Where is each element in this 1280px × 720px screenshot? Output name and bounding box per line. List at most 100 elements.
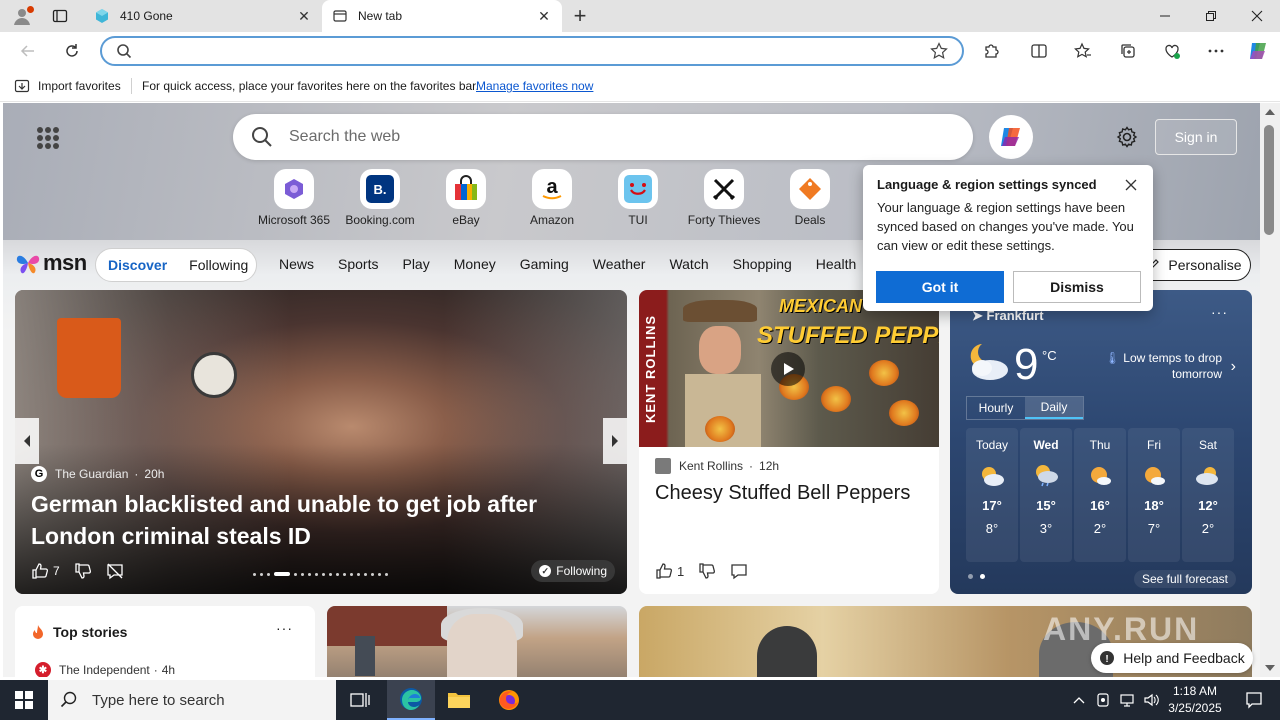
- restore-button[interactable]: [1188, 0, 1234, 32]
- weather-alert[interactable]: 🌡 Low temps to drop tomorrow: [1100, 350, 1222, 382]
- nav-gaming[interactable]: Gaming: [520, 256, 569, 272]
- got-it-button[interactable]: Got it: [876, 271, 1004, 303]
- close-popup-button[interactable]: [1123, 177, 1139, 193]
- comment-button[interactable]: [106, 562, 124, 580]
- following-button[interactable]: ✓ Following: [531, 560, 615, 582]
- like-button[interactable]: 1: [655, 562, 684, 580]
- refresh-button[interactable]: [58, 37, 86, 65]
- split-screen-button[interactable]: [1025, 37, 1053, 65]
- recipe-story-card[interactable]: KENT ROLLINS MEXICAN STUFFED PEPPERS Ken…: [639, 290, 939, 594]
- temperature-unit[interactable]: °C: [1042, 348, 1057, 363]
- hero-story-card[interactable]: G The Guardian · 20h German blacklisted …: [15, 290, 627, 594]
- see-full-forecast-link[interactable]: See full forecast: [1133, 570, 1236, 588]
- like-button[interactable]: 7: [31, 562, 60, 580]
- quick-link-deals[interactable]: Deals: [767, 169, 853, 227]
- collections-button[interactable]: [1114, 37, 1142, 65]
- back-button[interactable]: [14, 37, 42, 65]
- web-search-box[interactable]: [233, 114, 973, 160]
- address-input[interactable]: [142, 42, 922, 60]
- favorite-star-icon[interactable]: [930, 42, 948, 60]
- address-bar[interactable]: [100, 36, 964, 66]
- dislike-button[interactable]: [74, 562, 92, 580]
- forecast-day[interactable]: Sat 12° 2°: [1182, 428, 1234, 562]
- play-video-button[interactable]: [771, 352, 805, 386]
- web-search-input[interactable]: [289, 126, 929, 148]
- tab-new-tab[interactable]: New tab ✕: [322, 0, 562, 32]
- weather-card[interactable]: ➤ Frankfurt ··· 9 °C 🌡 Low temps to drop…: [950, 290, 1252, 594]
- favorites-button[interactable]: [1069, 37, 1097, 65]
- network-button[interactable]: [1116, 680, 1138, 720]
- taskbar-app-file-explorer[interactable]: [435, 680, 483, 720]
- forecast-day[interactable]: Wed 15° 3°: [1020, 428, 1072, 562]
- nav-watch[interactable]: Watch: [669, 256, 708, 272]
- tab-following[interactable]: Following: [189, 257, 248, 273]
- quick-link-ebay[interactable]: eBay: [423, 169, 509, 227]
- more-button[interactable]: [1202, 37, 1230, 65]
- tab-daily[interactable]: Daily: [1025, 397, 1083, 419]
- copilot-button[interactable]: [1244, 37, 1272, 65]
- volume-button[interactable]: [1140, 680, 1162, 720]
- quick-link-amazon[interactable]: a Amazon: [509, 169, 595, 227]
- forecast-day[interactable]: Today 17° 8°: [966, 428, 1018, 562]
- more-options-icon[interactable]: ···: [1211, 304, 1228, 320]
- browser-essentials-button[interactable]: [1158, 37, 1186, 65]
- close-tab-icon[interactable]: ✕: [296, 8, 312, 24]
- close-window-button[interactable]: [1234, 0, 1280, 32]
- show-hidden-icons-button[interactable]: [1068, 680, 1090, 720]
- previous-story-button[interactable]: [15, 418, 39, 464]
- top-stories-card[interactable]: Top stories ··· ✱ The Independent · 4h: [15, 606, 315, 677]
- weather-pager[interactable]: [968, 574, 992, 579]
- story-headline[interactable]: Cheesy Stuffed Bell Peppers: [655, 482, 910, 505]
- close-tab-icon[interactable]: ✕: [536, 8, 552, 24]
- msn-logo[interactable]: msn: [15, 250, 87, 276]
- nav-health[interactable]: Health: [816, 256, 856, 272]
- carousel-pager[interactable]: [253, 572, 392, 576]
- help-feedback-button[interactable]: ! Help and Feedback: [1091, 643, 1253, 673]
- nav-play[interactable]: Play: [402, 256, 429, 272]
- nav-news[interactable]: News: [279, 256, 314, 272]
- minimize-button[interactable]: [1142, 0, 1188, 32]
- story-image-card[interactable]: [327, 606, 627, 677]
- gear-icon[interactable]: [1115, 125, 1139, 149]
- quick-link-tui[interactable]: TUI: [595, 169, 681, 227]
- dislike-button[interactable]: [698, 562, 716, 580]
- app-launcher-icon[interactable]: [37, 127, 59, 149]
- nav-sports[interactable]: Sports: [338, 256, 378, 272]
- forecast-day[interactable]: Fri 18° 7°: [1128, 428, 1180, 562]
- start-button[interactable]: [0, 680, 48, 720]
- tray-app-button[interactable]: [1092, 680, 1114, 720]
- tab-actions-button[interactable]: [46, 4, 74, 28]
- nav-weather[interactable]: Weather: [593, 256, 646, 272]
- profile-button[interactable]: [8, 4, 36, 28]
- new-tab-button[interactable]: +: [568, 3, 592, 28]
- task-view-button[interactable]: [336, 680, 384, 720]
- comment-button[interactable]: [730, 562, 748, 580]
- next-story-button[interactable]: [603, 418, 627, 464]
- scrollbar-thumb[interactable]: [1264, 125, 1274, 235]
- quick-link-microsoft-365[interactable]: Microsoft 365: [251, 169, 337, 227]
- chevron-right-icon[interactable]: ›: [1231, 358, 1236, 376]
- forecast-day[interactable]: Thu 16° 2°: [1074, 428, 1126, 562]
- tab-410-gone[interactable]: 410 Gone ✕: [84, 0, 322, 32]
- quick-link-forty-thieves[interactable]: Forty Thieves: [681, 169, 767, 227]
- page-scrollbar[interactable]: [1260, 103, 1280, 677]
- more-options-icon[interactable]: ···: [276, 620, 293, 636]
- scroll-down-arrow-icon[interactable]: [1265, 665, 1275, 671]
- nav-money[interactable]: Money: [454, 256, 496, 272]
- import-favorites-button[interactable]: Import favorites: [14, 78, 121, 94]
- quick-link-booking[interactable]: B. Booking.com: [337, 169, 423, 227]
- taskbar-search-box[interactable]: Type here to search: [48, 680, 336, 720]
- manage-favorites-link[interactable]: Manage favorites now: [476, 79, 593, 93]
- scroll-up-arrow-icon[interactable]: [1265, 109, 1275, 115]
- nav-shopping[interactable]: Shopping: [733, 256, 792, 272]
- tab-hourly[interactable]: Hourly: [967, 397, 1025, 419]
- taskbar-app-firefox[interactable]: [485, 680, 533, 720]
- personalise-button[interactable]: Personalise: [1137, 249, 1251, 281]
- sign-in-button[interactable]: Sign in: [1155, 119, 1237, 155]
- action-center-button[interactable]: [1234, 680, 1274, 720]
- dismiss-button[interactable]: Dismiss: [1013, 271, 1141, 303]
- taskbar-app-edge[interactable]: [387, 680, 435, 720]
- copilot-search-button[interactable]: [989, 115, 1033, 159]
- story-headline[interactable]: German blacklisted and unable to get job…: [31, 488, 591, 552]
- extensions-button[interactable]: [977, 37, 1005, 65]
